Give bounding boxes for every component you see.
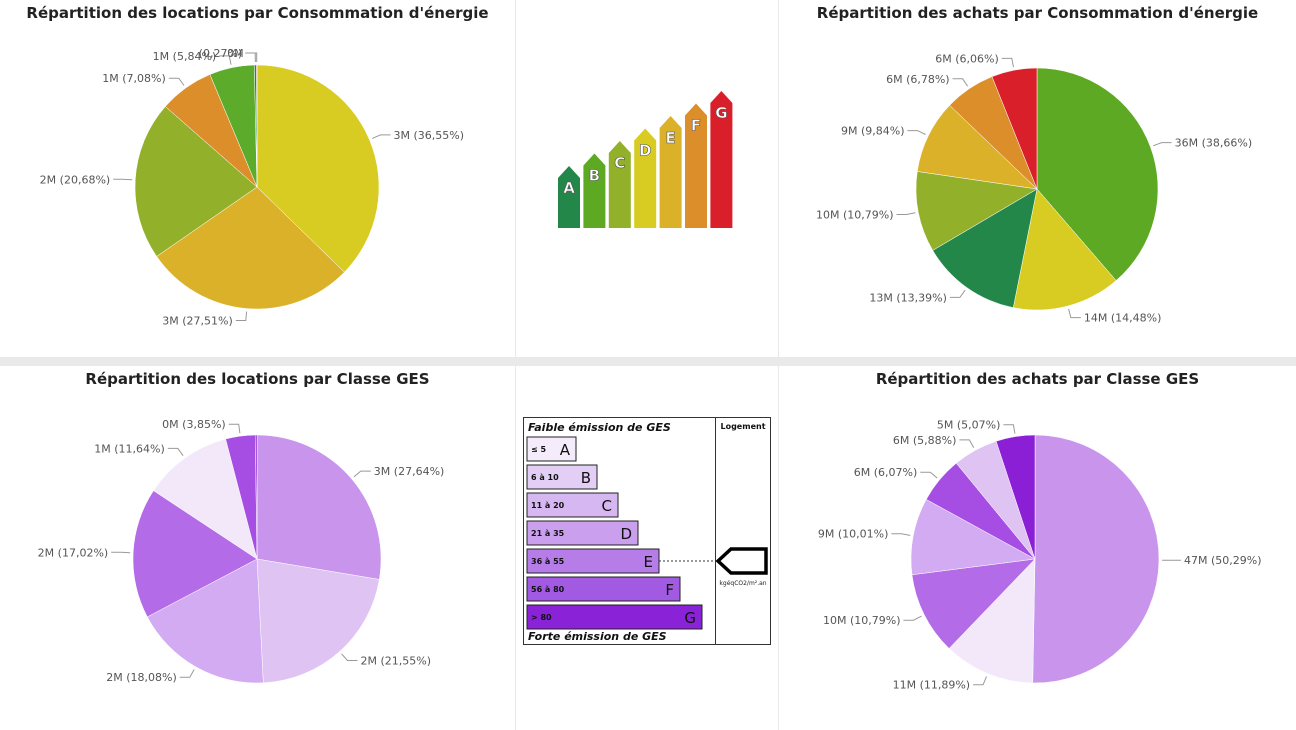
ges-class-range: 36 à 55 [531, 557, 565, 566]
energy-class-bar [558, 166, 580, 228]
chart-panel-achats-ges: Répartition des achats par Classe GES 47… [779, 366, 1296, 730]
ges-class-letter: A [560, 441, 571, 459]
leader-line [1153, 142, 1172, 147]
pie-slice[interactable] [256, 434, 382, 580]
chart-panel-achats-energie: Répartition des achats par Consommation … [779, 0, 1296, 357]
data-label: 2M (17,02%) [38, 546, 109, 559]
data-label: 11M (11,89%) [893, 679, 971, 692]
leader-line [372, 134, 391, 139]
data-label: 6M (6,07%) [854, 466, 918, 479]
ges-class-range: 56 à 80 [531, 585, 565, 594]
energy-class-letter: A [563, 179, 575, 197]
ges-bottom-text: Forte émission de GES [528, 630, 667, 643]
ges-class-range: > 80 [531, 613, 552, 622]
leader-line [1003, 424, 1016, 434]
pie-slice[interactable] [1032, 434, 1160, 684]
data-label: 9M (10,01%) [818, 528, 889, 541]
chart-panel-locations-ges: Répartition des locations par Classe GES… [0, 366, 515, 730]
energy-scale-graphic: ABCDEFG [558, 91, 733, 228]
data-label: 2M (20,68%) [40, 173, 111, 186]
leader-line [903, 615, 922, 621]
ges-value-arrow [715, 547, 768, 575]
leader-line [228, 423, 241, 434]
ges-class-range: 6 à 10 [531, 473, 559, 482]
data-label: 36M (38,66%) [1175, 137, 1253, 150]
energy-class-letter: E [665, 129, 675, 147]
energy-class-letter: C [614, 154, 625, 172]
ges-unit: kgéqCO2/m².an [719, 580, 766, 587]
data-label: 2M (18,08%) [106, 671, 177, 684]
data-label: 5M (5,07%) [937, 419, 1001, 432]
energy-class-letter: B [589, 167, 600, 185]
leader-line [896, 212, 916, 215]
ges-class-range: 21 à 35 [531, 529, 565, 538]
ges-class-letter: D [620, 525, 632, 543]
data-label: 1M (11,64%) [94, 442, 165, 455]
data-label: 3M (27,64%) [374, 465, 445, 478]
leader-line [920, 471, 938, 479]
leader-line [1068, 308, 1081, 319]
leader-line [891, 533, 911, 536]
data-label: 47M (50,29%) [1184, 554, 1262, 567]
energy-class-bar [583, 153, 606, 228]
leader-line [235, 311, 248, 321]
leader-line [168, 77, 185, 86]
ges-class-letter: F [665, 581, 674, 599]
data-label: 6M (6,78%) [886, 73, 950, 86]
energy-scale-panel: ABCDEFG [516, 0, 778, 357]
ges-class-letter: C [602, 497, 612, 515]
data-label: 13M (13,39%) [869, 291, 947, 304]
data-label: 3M (27,51%) [162, 315, 233, 328]
data-label: 14M (14,48%) [1084, 312, 1162, 325]
ges-class-range: ≤ 5 [531, 445, 546, 454]
leader-line [353, 470, 371, 478]
data-label: 6M (5,88%) [893, 434, 957, 447]
data-label: 2M (21,55%) [361, 655, 432, 668]
leader-line [952, 78, 969, 87]
ges-class-letter: B [581, 469, 591, 487]
energy-class-letter: F [691, 117, 701, 135]
ges-class-letter: G [684, 609, 696, 627]
ges-class-bar [526, 604, 703, 630]
leader-line [167, 447, 184, 456]
leader-line [973, 676, 987, 686]
pie-chart: 36M (38,66%) 14M (14,48%) 13M (13,39%) 10M … [816, 52, 1253, 325]
data-label: 6M (6,06%) [935, 52, 999, 65]
leader-line [1001, 57, 1014, 68]
data-label: 9M (9,84%) [841, 125, 905, 138]
data-label: 10M (10,79%) [816, 209, 894, 222]
data-label: 3M (36,55%) [394, 129, 465, 142]
data-label: 1M (7,08%) [102, 72, 166, 85]
leader-line [341, 653, 358, 661]
ges-top-text: Faible émission de GES [528, 421, 671, 434]
data-label: 0M (3,85%) [162, 418, 226, 431]
ges-label-graphic: Faible émission de GES Logement ≤ 5 A 6 à 10… [523, 417, 771, 645]
data-label: 0M [227, 47, 244, 60]
leader-line [245, 52, 256, 63]
energy-class-letter: D [639, 142, 651, 160]
leader-line [907, 130, 926, 135]
pie-chart: 47M (50,29%) 11M (11,89%) 10M (10,79%) 9M (… [818, 419, 1262, 692]
energy-class-letter: G [715, 104, 727, 122]
leader-line [959, 439, 975, 448]
chart-panel-locations-energie: Répartition des locations par Consommati… [0, 0, 515, 357]
pie-chart: 3M (36,55%) 3M (27,51%) 2M (20,68%) 1M (7,0… [40, 47, 465, 328]
leader-line [111, 551, 131, 554]
leader-line [179, 669, 195, 678]
pie-chart: 3M (27,64%) 2M (21,55%) 2M (18,08%) 2M (17,… [38, 418, 445, 684]
leader-line [949, 289, 966, 298]
ges-label-panel: Faible émission de GES Logement ≤ 5 A 6 à 10… [516, 366, 778, 730]
ges-class-range: 11 à 20 [531, 501, 565, 510]
leader-line [113, 178, 133, 181]
ges-column-header: Logement [720, 422, 765, 431]
ges-class-letter: E [644, 553, 653, 571]
data-label: 10M (10,79%) [823, 614, 901, 627]
